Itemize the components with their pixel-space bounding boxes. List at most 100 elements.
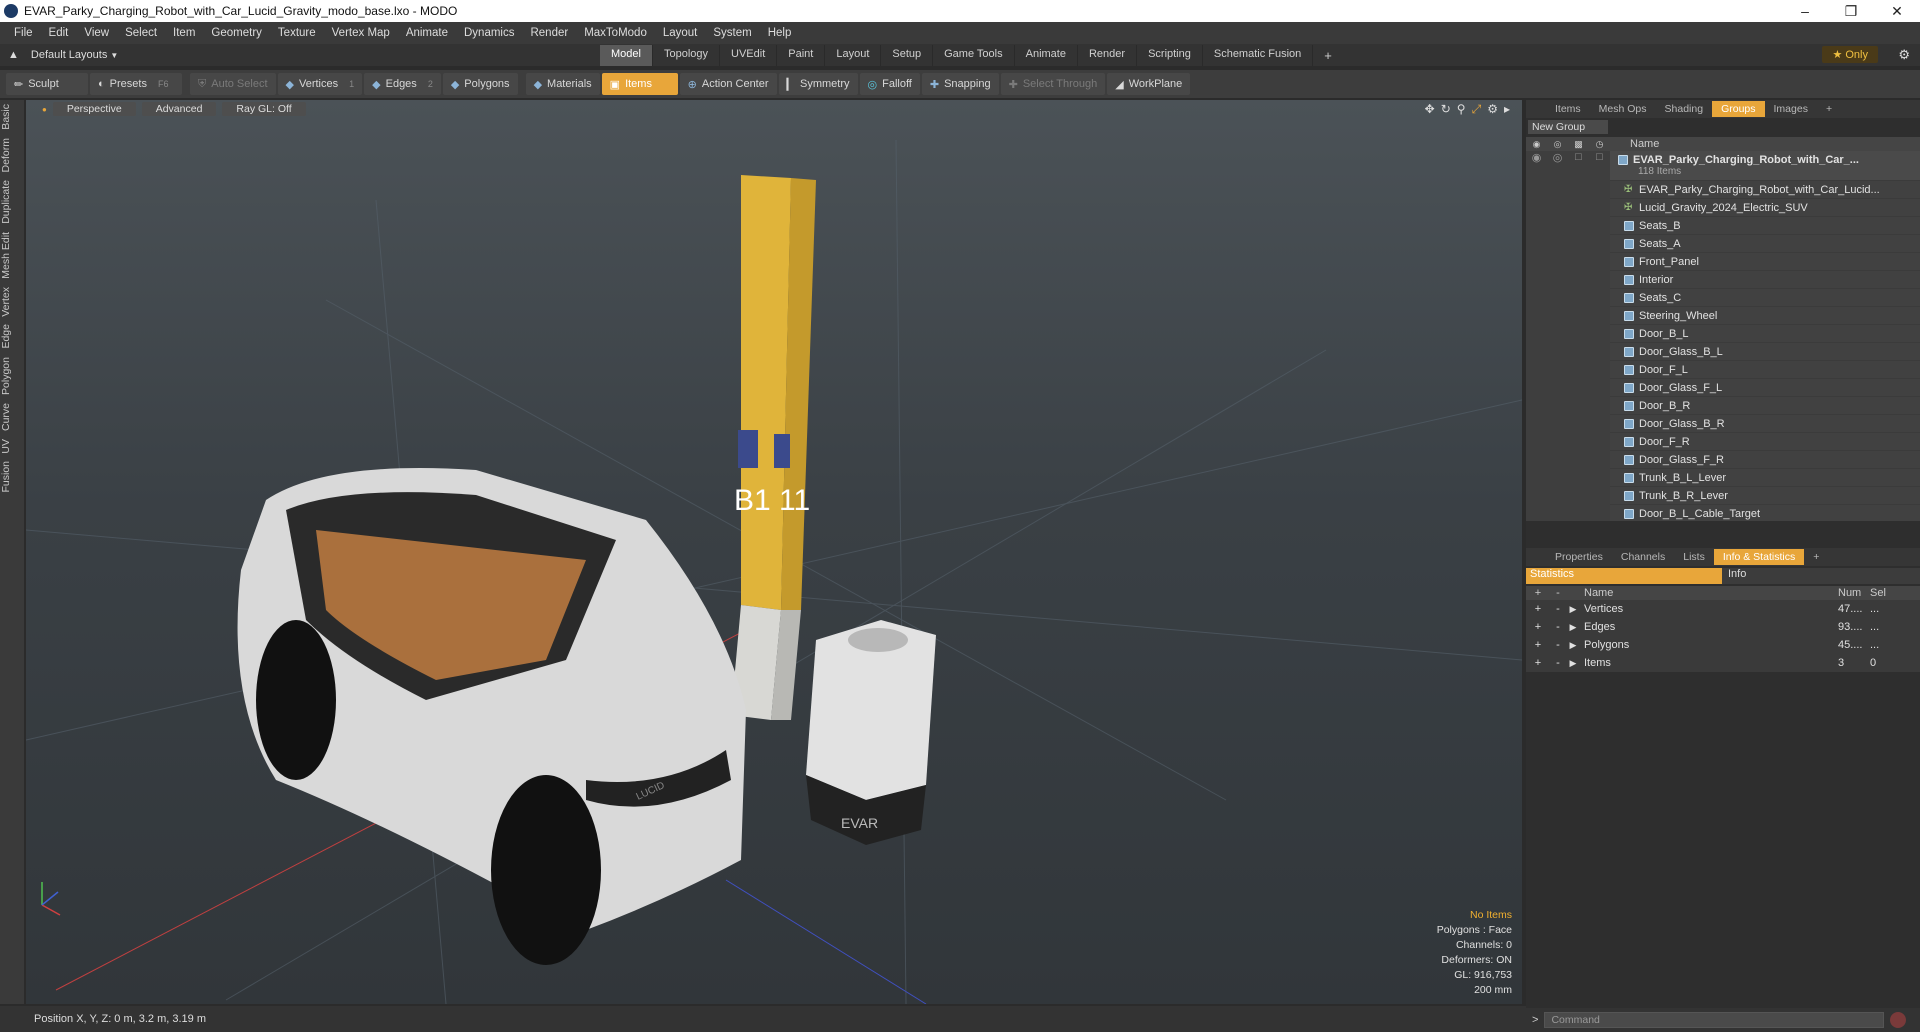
close-button[interactable]: ✕ bbox=[1874, 3, 1920, 20]
tab-fusion[interactable]: Fusion bbox=[0, 457, 24, 497]
group-item-row[interactable]: ✠ Lucid_Gravity_2024_Electric_SUV bbox=[1526, 198, 1920, 217]
group-item-row[interactable]: Seats_B bbox=[1526, 216, 1920, 235]
group-item-row[interactable]: Door_B_L_Cable_Target bbox=[1526, 504, 1920, 521]
group-item-row[interactable]: Seats_A bbox=[1526, 234, 1920, 253]
group-item-row[interactable]: Door_Glass_F_L bbox=[1526, 378, 1920, 397]
record-icon[interactable] bbox=[1890, 1012, 1907, 1028]
subtab-statistics[interactable]: Statistics bbox=[1526, 568, 1722, 584]
select-toggle[interactable]: □ bbox=[1589, 151, 1610, 181]
tab-properties[interactable]: Properties bbox=[1546, 549, 1612, 565]
tab-animate[interactable]: Animate bbox=[1015, 44, 1078, 66]
tab-basic[interactable]: Basic bbox=[0, 100, 24, 134]
tab-layout[interactable]: Layout bbox=[825, 44, 882, 66]
visibility-toggle[interactable]: ◉ bbox=[1526, 151, 1547, 181]
group-item-row[interactable]: Door_F_R bbox=[1526, 432, 1920, 451]
menu-maxtomodo[interactable]: MaxToModo bbox=[576, 27, 655, 39]
tab-model[interactable]: Model bbox=[600, 44, 653, 66]
add-icon[interactable]: + bbox=[1526, 639, 1550, 651]
menu-dynamics[interactable]: Dynamics bbox=[456, 27, 522, 39]
tab-items[interactable]: Items bbox=[1546, 101, 1590, 117]
select-through-button[interactable]: ✚ Select Through bbox=[1000, 73, 1106, 95]
layouts-collapse-icon[interactable]: ▲ bbox=[8, 49, 19, 61]
add-icon[interactable]: + bbox=[1526, 621, 1550, 633]
layouts-dropdown[interactable]: ▲ Default Layouts ▼ bbox=[0, 49, 600, 61]
lock-toggle[interactable]: □ bbox=[1568, 151, 1589, 181]
expand-arrow-icon[interactable]: ▶ bbox=[1566, 604, 1580, 615]
ray-gl-button[interactable]: Ray GL: Off bbox=[222, 102, 306, 116]
gear-icon[interactable]: ⚙ bbox=[1898, 47, 1910, 63]
stats-row[interactable]: + - ▶ Edges 93....... bbox=[1526, 618, 1920, 636]
group-item-row[interactable]: Door_B_L bbox=[1526, 324, 1920, 343]
auto-select-button[interactable]: ⛨ Auto Select bbox=[190, 73, 276, 95]
tab-vertex[interactable]: Vertex bbox=[0, 283, 24, 321]
add-tab-button[interactable]: + bbox=[1313, 45, 1343, 66]
tab-scripting[interactable]: Scripting bbox=[1137, 44, 1203, 66]
menu-animate[interactable]: Animate bbox=[398, 27, 456, 39]
menu-vertex-map[interactable]: Vertex Map bbox=[324, 27, 398, 39]
pan-icon[interactable]: ✥ bbox=[1425, 102, 1435, 117]
group-item-row[interactable]: Trunk_B_R_Lever bbox=[1526, 486, 1920, 505]
menu-item[interactable]: Item bbox=[165, 27, 203, 39]
menu-view[interactable]: View bbox=[76, 27, 117, 39]
tab-deform[interactable]: Deform bbox=[0, 134, 24, 176]
menu-select[interactable]: Select bbox=[117, 27, 165, 39]
group-item-row[interactable]: Trunk_B_L_Lever bbox=[1526, 468, 1920, 487]
minimize-button[interactable]: – bbox=[1782, 3, 1828, 19]
group-item-row[interactable]: Interior bbox=[1526, 270, 1920, 289]
group-item-row[interactable]: Door_Glass_B_R bbox=[1526, 414, 1920, 433]
tab-shading[interactable]: Shading bbox=[1656, 101, 1713, 117]
command-input[interactable]: Command bbox=[1544, 1012, 1885, 1028]
add-stats-tab-button[interactable]: + bbox=[1804, 549, 1828, 565]
menu-edit[interactable]: Edit bbox=[41, 27, 77, 39]
edges-button[interactable]: ◆ Edges 2 bbox=[364, 73, 441, 95]
viewport-settings-icon[interactable]: ⚙ bbox=[1487, 102, 1498, 117]
tab-paint[interactable]: Paint bbox=[777, 44, 826, 66]
add-panel-tab-button[interactable]: + bbox=[1817, 101, 1841, 117]
group-root-row[interactable]: ◉ ◎ □ □ EVAR_Parky_Charging_Robot_with_C… bbox=[1526, 151, 1920, 181]
polygons-button[interactable]: ◆ Polygons bbox=[442, 73, 518, 95]
remove-icon[interactable]: - bbox=[1550, 657, 1566, 669]
add-icon[interactable]: + bbox=[1526, 657, 1550, 669]
remove-icon[interactable]: - bbox=[1550, 603, 1566, 615]
add-icon[interactable]: + bbox=[1526, 603, 1550, 615]
vertices-button[interactable]: ◆ Vertices 1 bbox=[277, 73, 363, 95]
zoom-icon[interactable]: ⚲ bbox=[1457, 102, 1466, 117]
tab-mesh-ops[interactable]: Mesh Ops bbox=[1590, 101, 1656, 117]
items-button[interactable]: ▣ Items bbox=[601, 73, 678, 95]
group-item-row[interactable]: Door_F_L bbox=[1526, 360, 1920, 379]
tab-uvedit[interactable]: UVEdit bbox=[720, 44, 778, 66]
rotate-icon[interactable]: ↻ bbox=[1441, 102, 1451, 117]
menu-file[interactable]: File bbox=[6, 27, 41, 39]
tab-mesh-edit[interactable]: Mesh Edit bbox=[0, 228, 24, 283]
tab-curve[interactable]: Curve bbox=[0, 399, 24, 435]
tab-polygon[interactable]: Polygon bbox=[0, 353, 24, 399]
remove-icon[interactable]: - bbox=[1550, 639, 1566, 651]
group-item-row[interactable]: Door_B_R bbox=[1526, 396, 1920, 415]
tab-topology[interactable]: Topology bbox=[653, 44, 721, 66]
group-item-row[interactable]: Seats_C bbox=[1526, 288, 1920, 307]
remove-icon[interactable]: - bbox=[1550, 621, 1566, 633]
tab-lists[interactable]: Lists bbox=[1674, 549, 1714, 565]
stats-row[interactable]: + - ▶ Polygons 45....... bbox=[1526, 636, 1920, 654]
tab-groups[interactable]: Groups bbox=[1712, 101, 1765, 117]
new-group-button[interactable]: New Group bbox=[1528, 120, 1608, 134]
tab-channels[interactable]: Channels bbox=[1612, 549, 1674, 565]
tab-uv[interactable]: UV bbox=[0, 435, 24, 458]
group-item-row[interactable]: ✠ EVAR_Parky_Charging_Robot_with_Car_Luci… bbox=[1526, 180, 1920, 199]
tab-edge[interactable]: Edge bbox=[0, 320, 24, 353]
group-item-row[interactable]: Door_Glass_F_R bbox=[1526, 450, 1920, 469]
group-item-row[interactable]: Door_Glass_B_L bbox=[1526, 342, 1920, 361]
menu-layout[interactable]: Layout bbox=[655, 27, 706, 39]
expand-arrow-icon[interactable]: ▶ bbox=[1566, 658, 1580, 669]
tab-game-tools[interactable]: Game Tools bbox=[933, 44, 1015, 66]
maximize-button[interactable]: ❐ bbox=[1828, 3, 1874, 20]
tab-images[interactable]: Images bbox=[1765, 101, 1817, 117]
tab-duplicate[interactable]: Duplicate bbox=[0, 176, 24, 228]
viewport-menu-dot[interactable]: ● bbox=[42, 105, 47, 114]
menu-geometry[interactable]: Geometry bbox=[203, 27, 270, 39]
workplane-button[interactable]: ◢ WorkPlane bbox=[1107, 73, 1191, 95]
shading-mode-button[interactable]: Advanced bbox=[141, 102, 217, 116]
expand-arrow-icon[interactable]: ▶ bbox=[1566, 640, 1580, 651]
materials-button[interactable]: ◆ Materials bbox=[525, 73, 600, 95]
tab-schematic-fusion[interactable]: Schematic Fusion bbox=[1203, 44, 1314, 66]
